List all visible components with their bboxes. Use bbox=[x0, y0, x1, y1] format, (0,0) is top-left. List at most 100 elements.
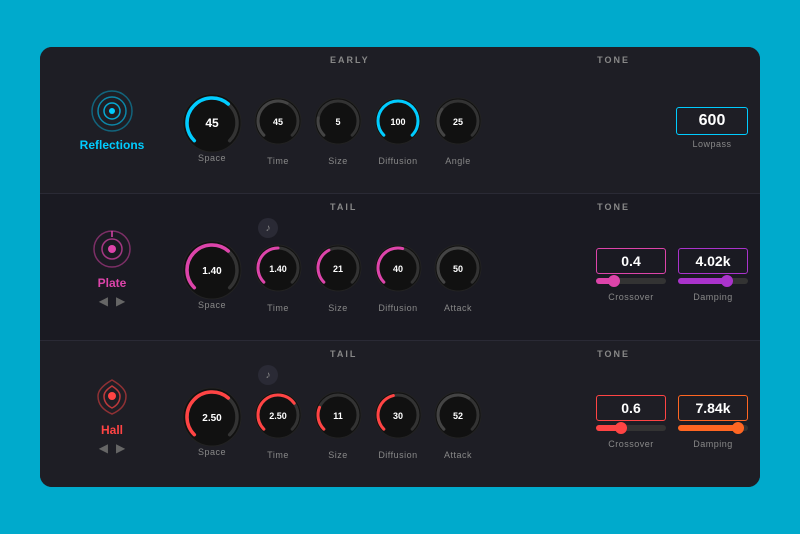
reflections-name: Reflections bbox=[80, 138, 145, 152]
hall-size-knob[interactable]: 11 bbox=[312, 389, 364, 446]
svg-text:5: 5 bbox=[335, 117, 340, 127]
hall-space-area: 2.50 Space bbox=[172, 387, 252, 457]
reflections-size-knob-wrap: 5 Size bbox=[312, 95, 364, 166]
reflections-tone-label: TONE bbox=[597, 55, 630, 65]
hall-attack-label: Attack bbox=[444, 450, 472, 460]
hall-size-knob-wrap: 11 Size bbox=[312, 389, 364, 460]
row-reflections: EARLY TONE Reflections 45 Space 45 Time 5… bbox=[40, 47, 760, 194]
svg-text:52: 52 bbox=[453, 411, 463, 421]
next-arrow[interactable]: ▶ bbox=[116, 294, 125, 308]
reflections-diffusion-knob[interactable]: 100 bbox=[372, 95, 424, 152]
plate-damping-track[interactable] bbox=[678, 278, 748, 284]
note-icon: ♪ bbox=[258, 365, 278, 385]
plate-space-area: 1.40 Space bbox=[172, 240, 252, 310]
plate-icon[interactable] bbox=[90, 227, 134, 276]
plate-crossover-wrap: 0.4Crossover bbox=[596, 248, 666, 302]
hall-icon[interactable] bbox=[90, 374, 134, 423]
hall-arrows[interactable]: ◀▶ bbox=[99, 441, 125, 455]
svg-text:25: 25 bbox=[453, 117, 463, 127]
plate-knobs-group: 1.40 Time 21 Size 40 Diffusion 50 Attack bbox=[252, 242, 580, 313]
hall-attack-knob[interactable]: 52 bbox=[432, 389, 484, 446]
plate-diffusion-knob[interactable]: 40 bbox=[372, 242, 424, 299]
hall-time-knob[interactable]: 2.50 bbox=[252, 389, 304, 446]
reflections-lowpass-display[interactable]: 600 bbox=[676, 107, 748, 135]
hall-crossover-wrap: 0.6 Crossover bbox=[596, 395, 666, 449]
hall-diffusion-knob-wrap: 30 Diffusion bbox=[372, 389, 424, 460]
plate-time-label: Time bbox=[267, 303, 289, 313]
hall-attack-knob-wrap: 52 Attack bbox=[432, 389, 484, 460]
reflections-lowpass-label: Lowpass bbox=[692, 139, 731, 149]
plate-damping-wrap: 4.02k Damping bbox=[678, 248, 748, 302]
plate-size-knob[interactable]: 21 bbox=[312, 242, 364, 299]
plate-attack-label: Attack bbox=[444, 303, 472, 313]
svg-text:1.40: 1.40 bbox=[269, 264, 287, 274]
hall-diffusion-label: Diffusion bbox=[378, 450, 417, 460]
svg-text:2.50: 2.50 bbox=[202, 413, 222, 424]
svg-text:30: 30 bbox=[393, 411, 403, 421]
hall-size-label: Size bbox=[328, 450, 348, 460]
svg-text:21: 21 bbox=[333, 264, 343, 274]
hall-damping-wrap: 7.84k Damping bbox=[678, 395, 748, 449]
hall-damping-label: Damping bbox=[693, 439, 733, 449]
reflections-size-label: Size bbox=[328, 156, 348, 166]
hall-preset-section: Hall◀▶ bbox=[52, 374, 172, 455]
hall-name: Hall bbox=[101, 423, 123, 437]
hall-section-label: TAIL bbox=[330, 349, 357, 359]
svg-text:40: 40 bbox=[393, 264, 403, 274]
prev-arrow[interactable]: ◀ bbox=[99, 441, 108, 455]
reflections-angle-knob-wrap: 25 Angle bbox=[432, 95, 484, 166]
reflections-icon[interactable] bbox=[90, 89, 134, 138]
svg-text:50: 50 bbox=[453, 264, 463, 274]
reflections-angle-knob[interactable]: 25 bbox=[432, 95, 484, 152]
svg-text:45: 45 bbox=[273, 117, 283, 127]
plate-tone-label: TONE bbox=[597, 202, 630, 212]
plate-crossover-display[interactable]: 0.4 bbox=[596, 248, 666, 274]
reflections-size-knob[interactable]: 5 bbox=[312, 95, 364, 152]
plate-damping-display[interactable]: 4.02k bbox=[678, 248, 748, 274]
plate-size-label: Size bbox=[328, 303, 348, 313]
note-icon: ♪ bbox=[258, 218, 278, 238]
reflections-space-label: Space bbox=[198, 153, 226, 163]
plate-attack-knob[interactable]: 50 bbox=[432, 242, 484, 299]
plate-damping-label: Damping bbox=[693, 292, 733, 302]
hall-crossover-label: Crossover bbox=[608, 439, 654, 449]
svg-text:1.40: 1.40 bbox=[202, 266, 222, 277]
plate-preset-section: Plate◀▶ bbox=[52, 227, 172, 308]
hall-knobs-group: 2.50 Time 11 Size 30 Diffusion 52 Attack bbox=[252, 389, 580, 460]
plate-arrows[interactable]: ◀▶ bbox=[99, 294, 125, 308]
hall-damping-track[interactable] bbox=[678, 425, 748, 431]
next-arrow[interactable]: ▶ bbox=[116, 441, 125, 455]
hall-crossover-display[interactable]: 0.6 bbox=[596, 395, 666, 421]
reflections-tone-section: 600 Lowpass bbox=[676, 107, 748, 149]
plate-diffusion-knob-wrap: 40 Diffusion bbox=[372, 242, 424, 313]
hall-damping-display[interactable]: 7.84k bbox=[678, 395, 748, 421]
plate-space-label: Space bbox=[198, 300, 226, 310]
reflections-knobs-group: 45 Time 5 Size 100 Diffusion 25 Angle bbox=[252, 95, 656, 166]
plate-time-knob-wrap: 1.40 Time bbox=[252, 242, 304, 313]
row-plate: TAILTONE Plate◀▶ 1.40 Space♪ 1.40 Time 2… bbox=[40, 194, 760, 341]
hall-space-label: Space bbox=[198, 447, 226, 457]
reflections-section-label: EARLY bbox=[330, 55, 370, 65]
hall-time-label: Time bbox=[267, 450, 289, 460]
hall-tone-section: 0.6 Crossover 7.84k Damping bbox=[596, 395, 748, 449]
plate-diffusion-label: Diffusion bbox=[378, 303, 417, 313]
prev-arrow[interactable]: ◀ bbox=[99, 294, 108, 308]
svg-text:100: 100 bbox=[390, 117, 405, 127]
plate-size-knob-wrap: 21 Size bbox=[312, 242, 364, 313]
hall-diffusion-knob[interactable]: 30 bbox=[372, 389, 424, 446]
reflections-angle-label: Angle bbox=[445, 156, 471, 166]
hall-time-knob-wrap: 2.50 Time bbox=[252, 389, 304, 460]
reflections-preset-section: Reflections bbox=[52, 89, 172, 152]
reflections-diffusion-knob-wrap: 100 Diffusion bbox=[372, 95, 424, 166]
reflections-space-area: 45 Space bbox=[172, 93, 252, 163]
svg-text:11: 11 bbox=[333, 411, 343, 421]
hall-tone-label: TONE bbox=[597, 349, 630, 359]
reflections-time-knob[interactable]: 45 bbox=[252, 95, 304, 152]
plate-time-knob[interactable]: 1.40 bbox=[252, 242, 304, 299]
plate-crossover-track[interactable] bbox=[596, 278, 666, 284]
plate-section-label: TAIL bbox=[330, 202, 357, 212]
hall-crossover-track[interactable] bbox=[596, 425, 666, 431]
row-hall: TAILTONE Hall◀▶ 2.50 Space♪ 2.50 Time 11… bbox=[40, 341, 760, 487]
plate-attack-knob-wrap: 50 Attack bbox=[432, 242, 484, 313]
svg-text:45: 45 bbox=[205, 116, 219, 130]
